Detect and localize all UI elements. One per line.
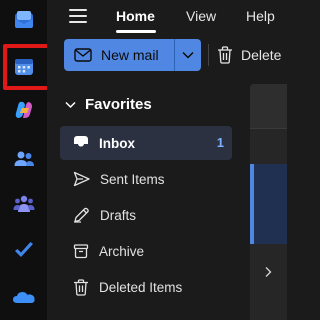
tab-view[interactable]: View [186,8,216,24]
folder-pane: Favorites Inbox 1 Sent Items Drafts Arch… [47,76,250,320]
folder-label: Inbox [99,135,135,151]
copilot-icon [15,101,32,118]
selected-message-row[interactable] [250,164,287,244]
new-mail-button[interactable]: New mail [64,39,175,71]
onedrive-app-button[interactable] [0,277,47,317]
delete-label: Delete [241,47,282,63]
divider [250,128,287,129]
onedrive-icon [12,292,35,303]
app-rail [0,0,51,320]
chevron-down-icon [65,101,76,108]
new-mail-dropdown-button[interactable] [175,39,201,71]
hamburger-menu-icon[interactable] [69,9,87,25]
inbox-icon [74,136,88,150]
envelope-icon [74,48,92,62]
calendar-icon [14,59,33,75]
folder-archive[interactable]: Archive [60,234,232,268]
folder-sent-items[interactable]: Sent Items [60,162,232,196]
favorites-header[interactable]: Favorites [65,96,152,113]
todo-app-button[interactable] [0,230,47,270]
todo-icon [14,242,33,257]
tab-home[interactable]: Home [116,8,155,24]
new-mail-split-button: New mail [64,39,201,71]
tab-help[interactable]: Help [246,8,275,24]
teams-icon [13,195,34,212]
folder-deleted-items[interactable]: Deleted Items [60,270,232,304]
favorites-label: Favorites [85,96,152,113]
teams-app-button[interactable] [0,184,47,224]
folder-label: Drafts [100,207,137,223]
message-list-pane [250,84,287,320]
folder-inbox[interactable]: Inbox 1 [60,126,232,160]
trash-icon [218,46,232,64]
selection-indicator [250,164,254,244]
ribbon-divider [208,44,209,66]
pencil-icon [74,207,89,223]
chevron-down-icon [182,51,194,59]
folder-label: Archive [99,243,145,259]
archive-icon [73,244,89,259]
ribbon-toolbar: New mail Delete [47,34,287,76]
people-icon [14,151,34,166]
mail-app-button[interactable] [0,0,47,40]
folder-drafts[interactable]: Drafts [60,198,232,232]
send-icon [73,171,90,187]
active-tab-indicator [116,30,156,33]
chevron-right-icon[interactable] [264,266,272,278]
top-navigation: Home View Help [47,0,287,34]
people-app-button[interactable] [0,139,47,179]
calendar-app-button[interactable] [0,47,47,87]
unread-count-badge: 1 [216,135,224,150]
trash-icon [74,278,88,296]
delete-button[interactable]: Delete [217,39,281,71]
mail-icon [14,11,33,28]
new-mail-label: New mail [101,47,159,63]
outlook-window: Home View Help New mail Delete Favorites… [0,0,287,320]
folder-label: Deleted Items [99,279,183,295]
copilot-app-button[interactable] [0,90,47,130]
folder-label: Sent Items [100,171,165,187]
message-list-header [250,84,287,128]
